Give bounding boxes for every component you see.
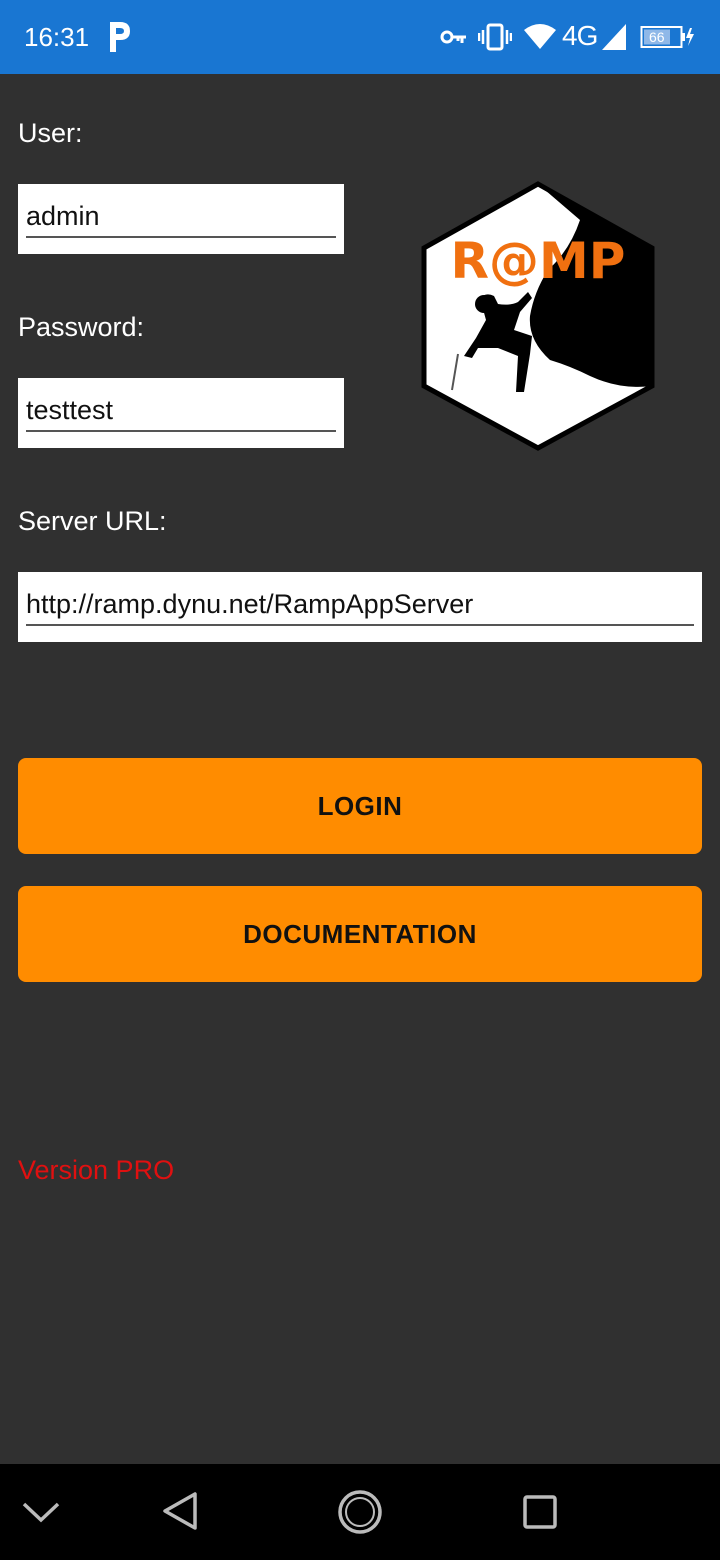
logo-text: R@MP xyxy=(451,232,626,290)
signal-icon xyxy=(602,24,626,50)
wifi-icon xyxy=(524,24,556,49)
version-text: Version PRO xyxy=(18,1155,175,1185)
password-input-underline xyxy=(26,430,336,432)
chevron-down-icon[interactable] xyxy=(20,1498,62,1526)
vpn-key-icon xyxy=(440,30,466,44)
server-url-input[interactable] xyxy=(26,584,694,624)
server-url-field-container xyxy=(18,572,702,642)
ramp-logo: R@MP xyxy=(421,181,655,451)
network-type: 4G xyxy=(562,20,598,51)
user-input[interactable] xyxy=(26,196,336,236)
parking-app-icon xyxy=(110,22,130,52)
password-field-container xyxy=(18,378,344,448)
home-icon[interactable] xyxy=(336,1488,384,1536)
navigation-bar xyxy=(0,1464,720,1560)
user-label: User: xyxy=(18,118,83,148)
status-time: 16:31 xyxy=(24,22,90,52)
vibrate-icon xyxy=(478,23,512,51)
server-url-label: Server URL: xyxy=(18,506,167,536)
server-url-input-underline xyxy=(26,624,694,626)
status-bar: 16:31 4G 66 xyxy=(0,0,720,74)
password-input[interactable] xyxy=(26,390,336,430)
recents-icon[interactable] xyxy=(522,1494,558,1530)
back-icon[interactable] xyxy=(160,1490,200,1532)
battery-level: 66 xyxy=(649,29,665,45)
user-input-underline xyxy=(26,236,336,238)
documentation-button[interactable]: DOCUMENTATION xyxy=(18,886,702,982)
password-label: Password: xyxy=(18,312,145,342)
user-field-container xyxy=(18,184,344,254)
login-button[interactable]: LOGIN xyxy=(18,758,702,854)
